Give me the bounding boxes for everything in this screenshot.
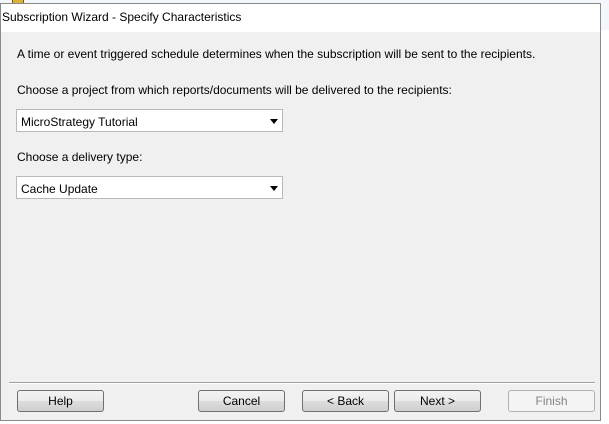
back-button[interactable]: < Back — [302, 390, 389, 412]
background-edge — [601, 30, 609, 424]
project-select-value: MicroStrategy Tutorial — [21, 115, 138, 129]
project-select[interactable]: MicroStrategy Tutorial — [16, 109, 283, 132]
finish-button[interactable]: Finish — [508, 390, 595, 412]
dropdown-arrow-icon[interactable] — [270, 186, 278, 191]
delivery-type-select[interactable]: Cache Update — [16, 176, 283, 199]
subscription-wizard-dialog: Subscription Wizard - Specify Characteri… — [0, 3, 601, 421]
title-bar: Subscription Wizard - Specify Characteri… — [1, 4, 600, 32]
delivery-label: Choose a delivery type: — [17, 150, 143, 164]
intro-text: A time or event triggered schedule deter… — [17, 47, 536, 61]
dropdown-arrow-icon[interactable] — [270, 119, 278, 124]
project-label: Choose a project from which reports/docu… — [17, 83, 452, 97]
next-button[interactable]: Next > — [394, 390, 481, 412]
help-button[interactable]: Help — [17, 390, 104, 412]
delivery-type-select-value: Cache Update — [21, 182, 98, 196]
cancel-button[interactable]: Cancel — [198, 390, 285, 412]
dialog-title: Subscription Wizard - Specify Characteri… — [2, 10, 242, 24]
button-separator — [9, 382, 595, 384]
